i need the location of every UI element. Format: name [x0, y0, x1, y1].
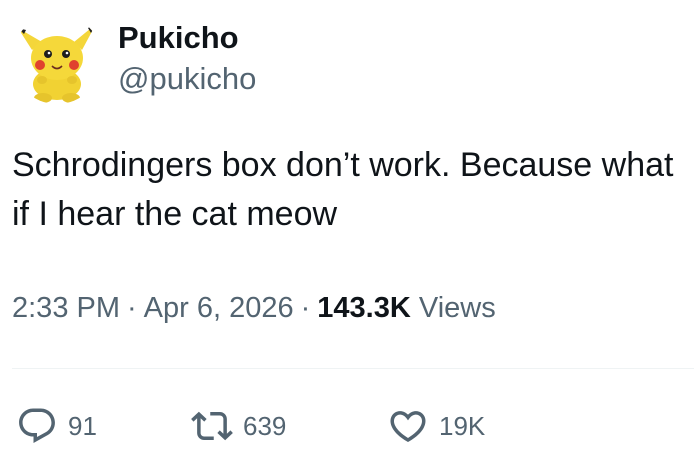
tweet-time[interactable]: 2:33 PM	[12, 292, 120, 324]
tweet-meta: 2:33 PM · Apr 6, 2026 · 143.3K Views	[12, 288, 496, 328]
author-handle[interactable]: @pukicho	[118, 60, 256, 98]
views-label: Views	[418, 292, 496, 324]
reply-icon	[16, 405, 58, 447]
tweet-date[interactable]: Apr 6, 2026	[144, 292, 294, 324]
heart-icon	[387, 405, 429, 447]
action-bar: 91 639 19K	[16, 401, 485, 451]
reply-button[interactable]: 91	[16, 405, 191, 447]
like-button[interactable]: 19K	[387, 405, 485, 447]
meta-separator: ·	[300, 292, 311, 324]
meta-separator: ·	[127, 292, 137, 324]
views-count: 143.3K	[317, 292, 411, 324]
retweet-button[interactable]: 639	[191, 405, 387, 447]
retweet-count: 639	[243, 411, 287, 441]
like-count: 19K	[439, 411, 486, 441]
author-names: Pukicho @pukicho	[118, 20, 256, 98]
tweet-header: Pukicho @pukicho	[12, 14, 256, 104]
author-display-name[interactable]: Pukicho	[118, 20, 256, 56]
tweet-text: Schrodingers box don’t work. Because wha…	[12, 146, 674, 233]
divider	[12, 368, 694, 369]
reply-count: 91	[68, 411, 97, 441]
pikachu-plush-avatar-icon[interactable]	[12, 14, 102, 104]
retweet-icon	[191, 405, 233, 447]
